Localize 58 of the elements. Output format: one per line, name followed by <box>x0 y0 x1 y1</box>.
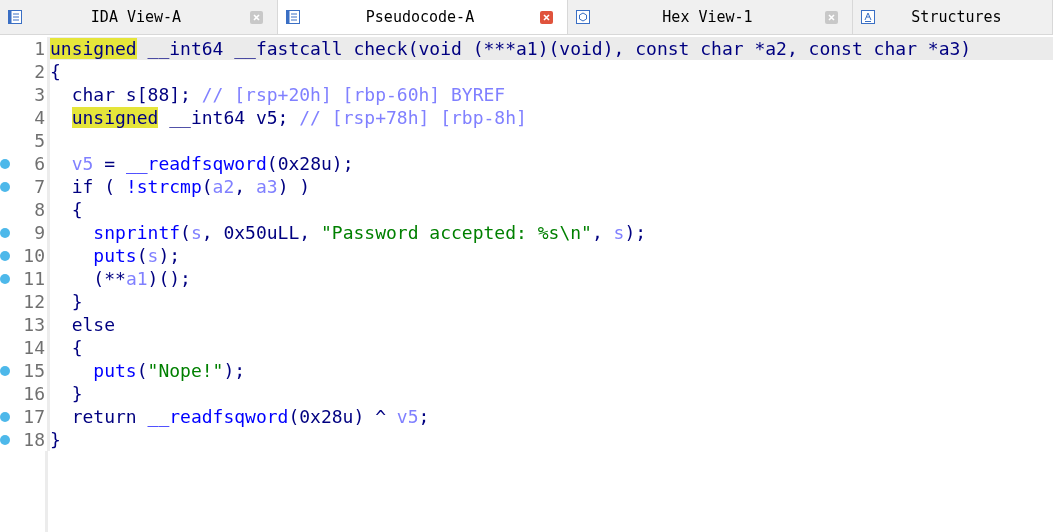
line-number: 13 <box>23 314 45 335</box>
code-line: } <box>70 383 83 404</box>
code-line: } <box>50 429 61 450</box>
code-line: if ( !strcmp(a2, a3) ) <box>70 176 311 197</box>
breakpoint-dot[interactable] <box>0 412 10 422</box>
breakpoint-dot[interactable] <box>0 274 10 284</box>
tab[interactable]: IDA View-A <box>0 0 278 34</box>
code-line: { <box>70 337 83 358</box>
breakpoint-dot[interactable] <box>0 435 10 445</box>
line-number: 14 <box>23 337 45 358</box>
line-number: 2 <box>34 61 45 82</box>
code-line: unsigned __int64 __fastcall check(void (***a1)(void), const char *a2, const char *a3) <box>50 38 972 59</box>
structure-icon <box>861 10 875 24</box>
breakpoint-dot[interactable] <box>0 159 10 169</box>
breakpoint-dot[interactable] <box>0 251 10 261</box>
tab-label: IDA View-A <box>89 8 183 26</box>
line-number: 5 <box>34 130 45 151</box>
code-line: } <box>70 291 83 312</box>
close-icon[interactable] <box>540 10 553 24</box>
code-line: else <box>70 314 116 335</box>
line-number: 7 <box>34 176 45 197</box>
code-line: v5 = __readfsqword(0x28u); <box>70 153 354 174</box>
code-line: char s[88]; // [rsp+20h] [rbp-60h] BYREF <box>70 84 506 105</box>
code-line: (**a1)(); <box>92 268 191 289</box>
listing-icon <box>286 10 300 24</box>
code-line: puts("Nope!"); <box>92 360 246 381</box>
tab-label: Structures <box>910 8 1003 26</box>
line-number: 17 <box>23 406 45 427</box>
line-number: 18 <box>23 429 45 450</box>
line-number: 12 <box>23 291 45 312</box>
code-line: return __readfsqword(0x28u) ^ v5; <box>70 406 430 427</box>
code-line: unsigned __int64 v5; // [rsp+78h] [rbp-8h] <box>70 107 527 128</box>
line-number: 4 <box>34 107 45 128</box>
line-number: 15 <box>23 360 45 381</box>
line-number: 3 <box>34 84 45 105</box>
code-line: puts(s); <box>92 245 181 266</box>
line-number: 16 <box>23 383 45 404</box>
tab[interactable]: Structures <box>853 0 1053 34</box>
code-line: { <box>50 61 61 82</box>
close-icon[interactable] <box>825 10 838 24</box>
breakpoint-dot[interactable] <box>0 228 10 238</box>
hexagon-icon <box>576 10 590 24</box>
line-number: 9 <box>34 222 45 243</box>
code-line: snprintf(s, 0x50uLL, "Password accepted: %s\n", s); <box>92 222 647 243</box>
line-number: 1 <box>34 38 45 59</box>
tab-label: Pseudocode-A <box>364 8 476 26</box>
listing-icon <box>8 10 22 24</box>
code-line: { <box>70 199 83 220</box>
line-number: 10 <box>23 245 45 266</box>
close-icon[interactable] <box>250 10 263 24</box>
line-number: 11 <box>23 268 45 289</box>
line-number: 6 <box>34 153 45 174</box>
breakpoint-dot[interactable] <box>0 182 10 192</box>
tab[interactable]: Hex View-1 <box>568 0 853 34</box>
tab[interactable]: Pseudocode-A <box>278 0 568 34</box>
breakpoint-dot[interactable] <box>0 366 10 376</box>
line-number: 8 <box>34 199 45 220</box>
tab-label: Hex View-1 <box>661 8 754 26</box>
